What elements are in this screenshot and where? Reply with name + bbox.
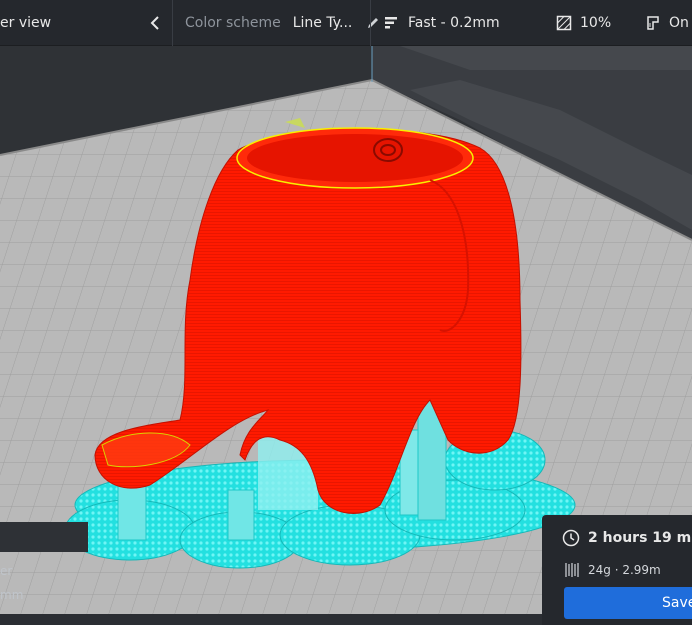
top-toolbar: er view Color scheme Line Ty... Fast - 0…: [0, 0, 692, 46]
material-usage-row: 24g · 2.99m: [564, 561, 661, 579]
profile-bars-icon: [385, 17, 397, 29]
infill-icon: [556, 15, 572, 31]
print-time: 2 hours 19 minut: [588, 530, 692, 546]
left-panel-bar: [0, 522, 88, 552]
view-label: er view: [0, 15, 52, 31]
left-panel-text: mm: [0, 588, 24, 602]
material-usage: 24g · 2.99m: [588, 563, 661, 577]
support-icon: [647, 16, 659, 30]
profile-label: Fast - 0.2mm: [408, 15, 500, 31]
pencil-icon[interactable]: [366, 16, 380, 30]
print-info-panel: 2 hours 19 minut 24g · 2.99m Save: [542, 515, 692, 625]
print-profile-selector[interactable]: Fast - 0.2mm: [384, 0, 500, 46]
infill-label: 10%: [580, 15, 612, 31]
save-to-disk-button[interactable]: Save: [564, 587, 692, 619]
toolbar-divider: [172, 0, 173, 46]
save-button-label: Save: [662, 595, 692, 611]
support-label: On: [669, 15, 689, 31]
view-selector[interactable]: er view: [0, 0, 51, 46]
color-scheme-selector[interactable]: Color scheme Line Ty...: [185, 0, 380, 46]
left-panel-text: er: [0, 564, 13, 578]
filament-spool-icon: [565, 563, 579, 577]
print-time-row[interactable]: 2 hours 19 minut: [562, 529, 692, 547]
support-setting[interactable]: On: [645, 0, 689, 46]
chevron-left-icon[interactable]: [148, 13, 162, 33]
color-scheme-label: Color scheme: [185, 15, 281, 31]
color-scheme-value: Line Ty...: [292, 15, 353, 31]
infill-setting[interactable]: 10%: [556, 0, 611, 46]
toolbar-divider: [370, 0, 371, 46]
clock-icon: [562, 529, 580, 547]
